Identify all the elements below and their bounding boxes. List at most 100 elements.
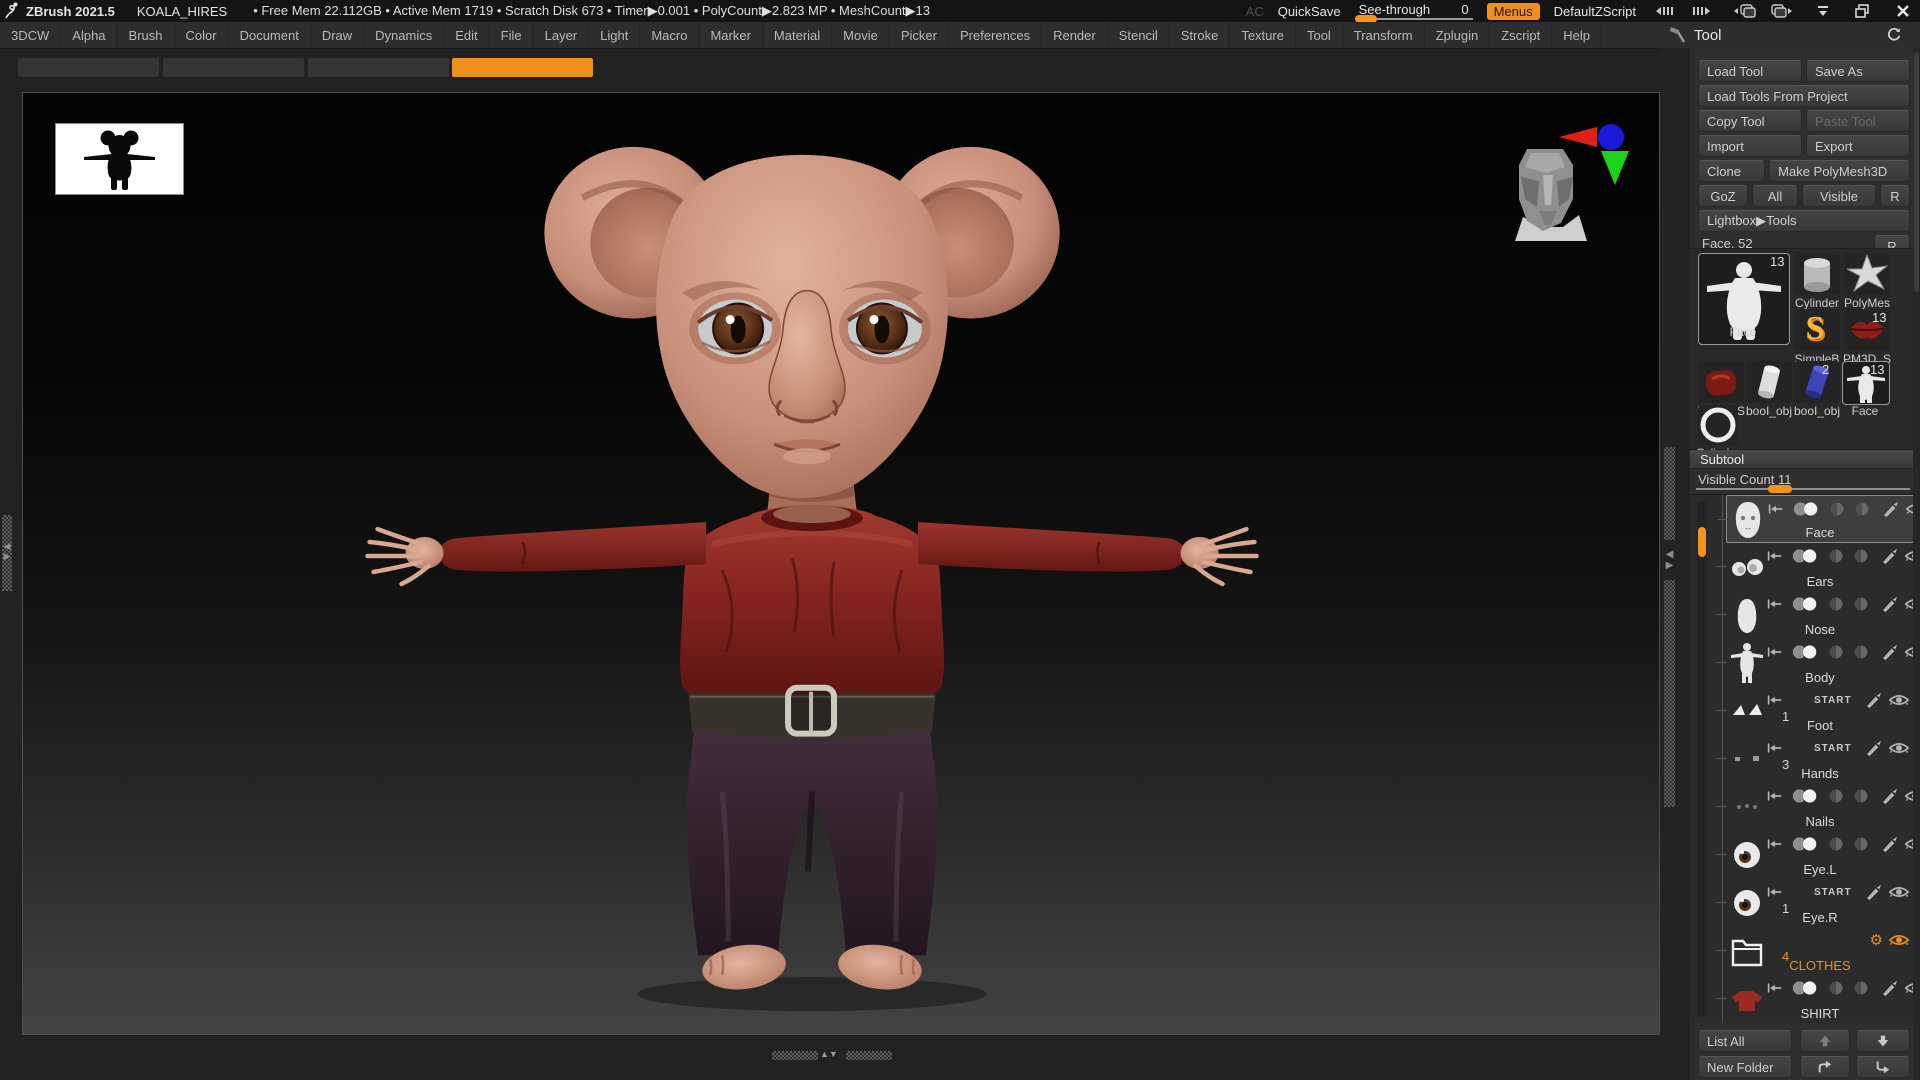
subtool-section-header[interactable]: Subtool: [1690, 450, 1920, 469]
subtool-scrollbar[interactable]: [1697, 501, 1707, 1017]
menu-item-file[interactable]: File: [490, 22, 534, 48]
texture-toggle-icon[interactable]: [1851, 788, 1871, 804]
tool-thumbnail-cylinder[interactable]: [1794, 253, 1840, 295]
default-zscript-button[interactable]: DefaultZScript: [1554, 4, 1636, 19]
panel-scrollbar-thumb[interactable]: [1914, 52, 1919, 292]
texture-toggle-icon[interactable]: [1851, 644, 1871, 660]
document-preview-thumbnail[interactable]: [55, 123, 184, 195]
texture-toggle-icon[interactable]: [1851, 980, 1871, 996]
canvas-hscroll-right[interactable]: [846, 1051, 892, 1060]
camera-orientation-widget[interactable]: [1501, 121, 1631, 261]
menu-item-texture[interactable]: Texture: [1230, 22, 1296, 48]
left-tray-arrows[interactable]: ◀ ▶: [1, 534, 13, 568]
subtool-row-nails[interactable]: Nails: [1716, 783, 1920, 831]
merge-down-icon[interactable]: [1766, 886, 1784, 898]
new-folder-button[interactable]: New Folder: [1698, 1056, 1792, 1078]
subtool-row-clothes[interactable]: ⚙ 4 CLOTHES: [1716, 927, 1914, 975]
menu-item-help[interactable]: Help: [1552, 22, 1602, 48]
polypaint-toggle-icon[interactable]: [1789, 644, 1821, 660]
tool-button-all[interactable]: All: [1752, 185, 1798, 207]
refresh-icon[interactable]: [1886, 27, 1902, 43]
tool-thumbnail-pm3d-s[interactable]: [1698, 361, 1744, 403]
canvas-hscroll-arrows[interactable]: ▲▼: [820, 1046, 846, 1062]
merge-down-icon[interactable]: [1766, 694, 1784, 706]
menu-item-tool[interactable]: Tool: [1296, 22, 1343, 48]
merge-down-icon[interactable]: [1766, 790, 1784, 802]
menu-item-zplugin[interactable]: Zplugin: [1425, 22, 1491, 48]
polypaint-toggle-icon[interactable]: [1790, 501, 1822, 517]
tool-thumbnail-booi-obj[interactable]: [1746, 361, 1792, 403]
quicksave-button[interactable]: QuickSave: [1278, 4, 1341, 19]
menu-item-zscript[interactable]: Zscript: [1490, 22, 1553, 48]
divider-right-icon[interactable]: [1690, 3, 1716, 19]
merge-down-icon[interactable]: [1766, 598, 1784, 610]
tool-button-paste-tool[interactable]: Paste Tool: [1806, 110, 1910, 132]
texture-toggle-icon[interactable]: [1851, 596, 1871, 612]
menu-item-render[interactable]: Render: [1042, 22, 1108, 48]
merge-down-icon[interactable]: [1766, 742, 1784, 754]
tool-button-r[interactable]: R: [1880, 185, 1910, 207]
menu-item-stencil[interactable]: Stencil: [1108, 22, 1170, 48]
visible-count-handle[interactable]: [1768, 485, 1792, 493]
menu-item-layer[interactable]: Layer: [534, 22, 590, 48]
polypaint-brush-icon[interactable]: [1881, 980, 1899, 996]
tool-button-load-tool[interactable]: Load Tool: [1698, 60, 1802, 82]
tray-tab-2[interactable]: [163, 58, 304, 77]
tool-thumbnail-simpleb[interactable]: SS: [1794, 309, 1840, 351]
menu-item-transform[interactable]: Transform: [1343, 22, 1425, 48]
divider-left-icon[interactable]: [1650, 3, 1676, 19]
canvas-hscroll-left[interactable]: [772, 1051, 818, 1060]
menu-item-edit[interactable]: Edit: [444, 22, 490, 48]
menu-item-dynamics[interactable]: Dynamics: [364, 22, 445, 48]
visibility-eye-icon[interactable]: [1888, 885, 1910, 899]
move-to-folder-button[interactable]: [1800, 1056, 1850, 1078]
polypaint-brush-icon[interactable]: [1881, 836, 1899, 852]
visible-count-slider[interactable]: Visible Count 11: [1690, 470, 1920, 493]
subtool-row-eye-l[interactable]: Eye.L: [1716, 831, 1920, 879]
texture-toggle-icon[interactable]: [1852, 501, 1872, 517]
menu-item-material[interactable]: Material: [763, 22, 833, 48]
polypaint-brush-icon[interactable]: [1865, 692, 1883, 708]
tool-button-clone[interactable]: Clone: [1698, 160, 1766, 182]
menu-item-brush[interactable]: Brush: [118, 22, 175, 48]
uv-toggle-icon[interactable]: [1826, 548, 1846, 564]
uv-toggle-icon[interactable]: [1826, 788, 1846, 804]
minimize-icon[interactable]: [1810, 3, 1836, 19]
folder-gear-icon[interactable]: ⚙: [1870, 933, 1883, 948]
polypaint-brush-icon[interactable]: [1881, 596, 1899, 612]
menu-item-macro[interactable]: Macro: [640, 22, 700, 48]
subtool-row-nose[interactable]: Nose: [1716, 591, 1920, 639]
menu-item-color[interactable]: Color: [175, 22, 229, 48]
uv-toggle-icon[interactable]: [1826, 980, 1846, 996]
tool-button-visible[interactable]: Visible: [1802, 185, 1876, 207]
folder-eye-icon[interactable]: [1888, 933, 1910, 947]
visibility-eye-icon[interactable]: [1888, 693, 1910, 707]
texture-toggle-icon[interactable]: [1851, 548, 1871, 564]
tool-thumbnail-cylinder[interactable]: [1698, 405, 1738, 445]
tool-button-lightbox-tools[interactable]: Lightbox▶Tools: [1698, 210, 1910, 232]
menu-item-3dcw[interactable]: 3DCW: [0, 22, 62, 48]
polypaint-brush-icon[interactable]: [1882, 501, 1900, 517]
polypaint-toggle-icon[interactable]: [1789, 788, 1821, 804]
see-through-slider[interactable]: See-through 0: [1354, 2, 1473, 23]
subtool-row-body[interactable]: Body: [1716, 639, 1920, 687]
tray-tab-active[interactable]: [452, 58, 593, 77]
panel-scrollbar[interactable]: [1913, 48, 1920, 1080]
menu-item-stroke[interactable]: Stroke: [1170, 22, 1231, 48]
polypaint-brush-icon[interactable]: [1881, 548, 1899, 564]
menu-item-draw[interactable]: Draw: [311, 22, 365, 48]
tool-button-save-as[interactable]: Save As: [1806, 60, 1910, 82]
menu-item-preferences[interactable]: Preferences: [949, 22, 1043, 48]
tool-thumbnail-booi-obj[interactable]: [1794, 361, 1840, 403]
right-tray-handle[interactable]: [1664, 447, 1675, 807]
move-out-folder-button[interactable]: [1856, 1056, 1910, 1078]
document-viewport[interactable]: [22, 92, 1660, 1035]
polypaint-toggle-icon[interactable]: [1789, 548, 1821, 564]
uv-toggle-icon[interactable]: [1826, 644, 1846, 660]
subtool-row-ears[interactable]: Ears: [1716, 543, 1920, 591]
tool-button-make-polymesh3d[interactable]: Make PolyMesh3D: [1769, 160, 1910, 182]
menu-item-alpha[interactable]: Alpha: [61, 22, 118, 48]
tray-tab-1[interactable]: [18, 58, 159, 77]
merge-down-icon[interactable]: [1766, 550, 1784, 562]
subtool-row-hands[interactable]: START 3 Hands: [1716, 735, 1914, 783]
